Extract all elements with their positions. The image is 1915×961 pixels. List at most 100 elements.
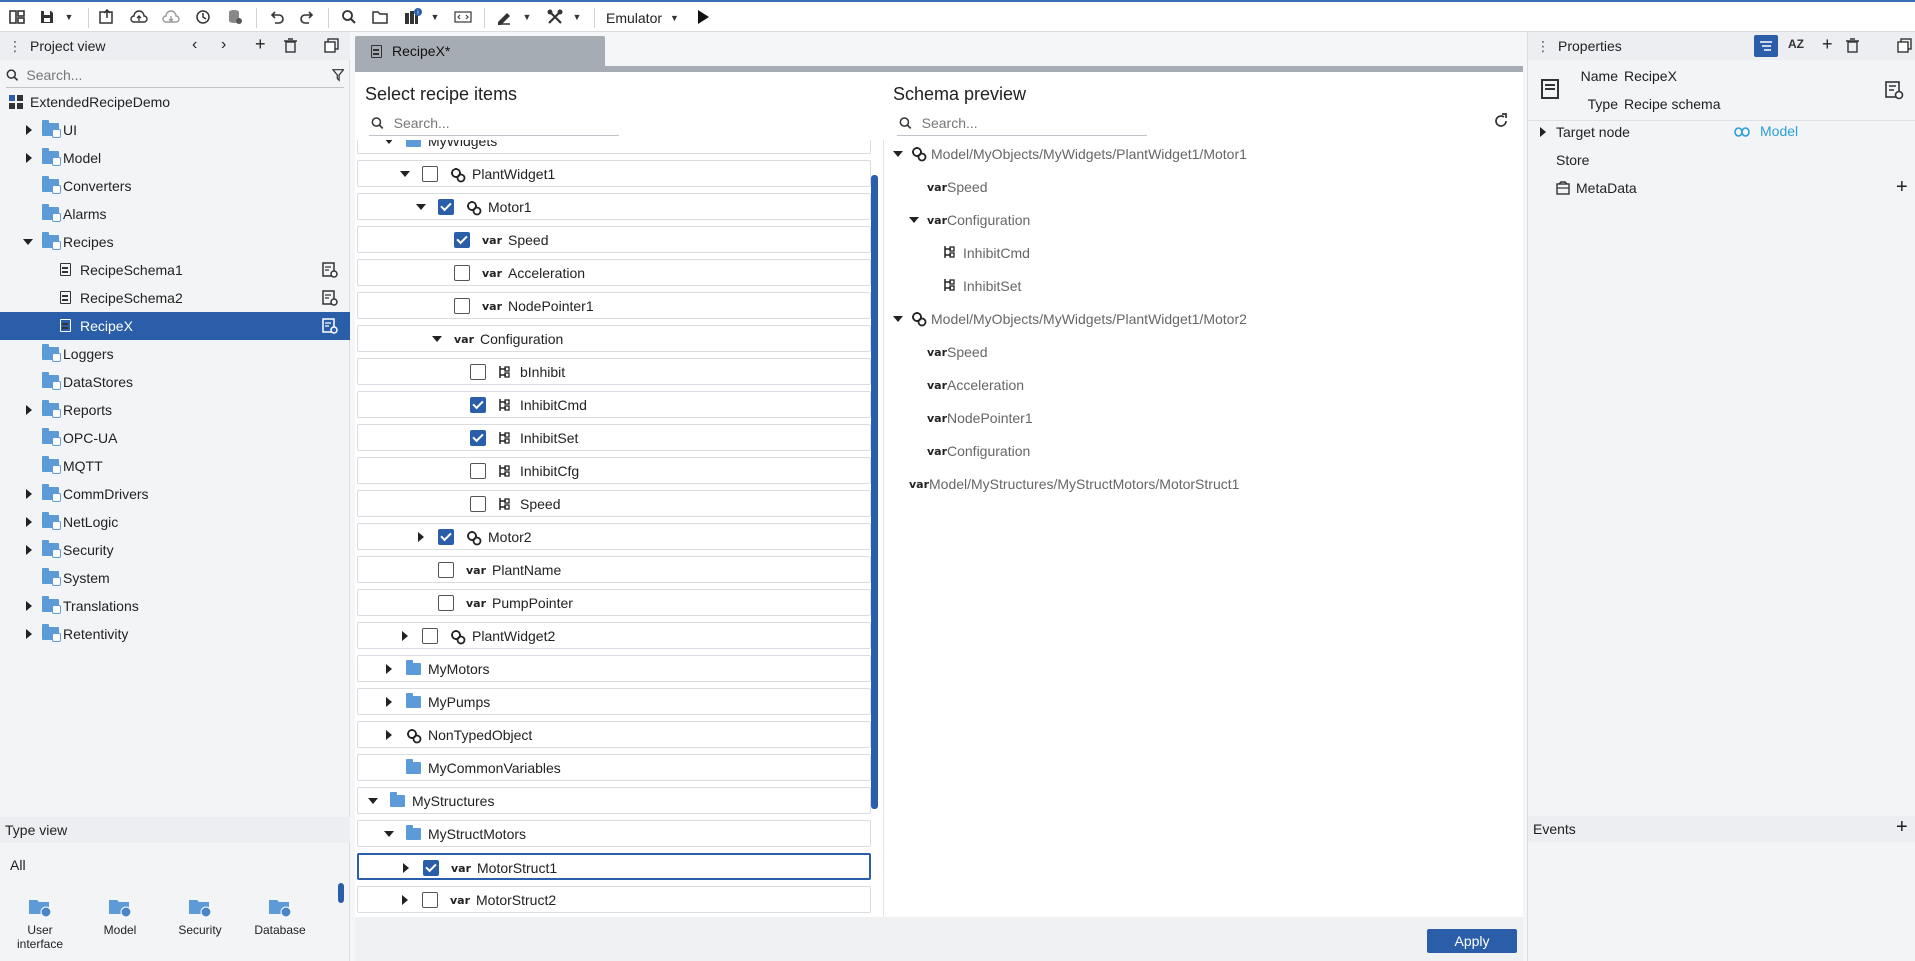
recipe-item-row[interactable]: var Speed (357, 226, 871, 253)
recipe-item-row[interactable]: InhibitSet (357, 424, 871, 451)
recipe-item-row[interactable]: var MotorStruct2 (357, 886, 871, 913)
expand-triangle-icon[interactable] (386, 664, 392, 674)
expand-triangle-icon[interactable] (26, 153, 32, 163)
recipe-settings-icon[interactable] (1884, 80, 1904, 103)
recipe-item-checkbox[interactable] (438, 595, 454, 611)
schema-preview-row[interactable]: var Speed (885, 173, 1515, 200)
collapse-triangle-icon[interactable] (400, 171, 410, 177)
schema-preview-row[interactable]: var Acceleration (885, 371, 1515, 398)
collapse-triangle-icon[interactable] (384, 831, 394, 837)
recipe-items-scrollbar[interactable] (871, 175, 878, 809)
duplicate-icon[interactable] (324, 38, 339, 56)
collapse-triangle-icon[interactable] (23, 239, 33, 245)
database-sync-icon[interactable] (224, 6, 246, 28)
recipe-item-checkbox[interactable] (423, 860, 439, 876)
metadata-row[interactable]: MetaData + (1528, 174, 1915, 202)
recipe-item-row[interactable]: MyMotors (357, 655, 871, 682)
recipe-item-row[interactable]: Speed (357, 490, 871, 517)
recipe-item-checkbox[interactable] (454, 232, 470, 248)
project-tree-item[interactable]: Loggers (0, 340, 350, 368)
recipe-edit-icon[interactable] (322, 318, 338, 337)
type-view-item[interactable]: Security (165, 895, 235, 937)
layout-icon[interactable] (6, 6, 28, 28)
delete-trash-icon[interactable] (1846, 38, 1859, 56)
schema-preview-row[interactable]: var Configuration (885, 437, 1515, 464)
recipe-item-row[interactable]: MyCommonVariables (357, 754, 871, 781)
save-icon[interactable] (36, 6, 58, 28)
type-view-filter[interactable]: All (10, 857, 26, 873)
recipe-item-checkbox[interactable] (438, 529, 454, 545)
name-value[interactable]: RecipeX (1624, 66, 1677, 86)
recipe-item-row[interactable]: InhibitCmd (357, 391, 871, 418)
schema-preview-row[interactable]: Model/MyObjects/MyWidgets/PlantWidget1/M… (885, 140, 1515, 167)
project-tree-item[interactable]: OPC-UA (0, 424, 350, 452)
collapse-triangle-icon[interactable] (416, 204, 426, 210)
recipe-item-row[interactable]: var Acceleration (357, 259, 871, 286)
project-tree-item[interactable]: System (0, 564, 350, 592)
recipe-item-row[interactable]: PlantWidget1 (357, 160, 871, 187)
forward-chevron-right-icon[interactable]: › (221, 36, 226, 54)
pen-icon[interactable] (494, 6, 516, 28)
collapse-triangle-icon[interactable] (893, 151, 903, 157)
expand-triangle-icon[interactable] (26, 517, 32, 527)
target-node-row[interactable]: Target node Model (1528, 118, 1915, 146)
type-view-scrollbar[interactable] (338, 883, 344, 903)
recipe-item-row[interactable]: MyPumps (357, 688, 871, 715)
project-tree-item[interactable]: MQTT (0, 452, 350, 480)
project-tree-item[interactable]: Security (0, 536, 350, 564)
recipe-item-checkbox[interactable] (438, 562, 454, 578)
recipe-item-checkbox[interactable] (438, 199, 454, 215)
expand-triangle-icon[interactable] (402, 895, 408, 905)
recipe-item-row[interactable]: var NodePointer1 (357, 292, 871, 319)
sort-category-icon[interactable] (1754, 35, 1778, 57)
recipe-item-row[interactable]: InhibitCfg (357, 457, 871, 484)
expand-triangle-icon[interactable] (26, 601, 32, 611)
collapse-triangle-icon[interactable] (384, 140, 394, 144)
expand-triangle-icon[interactable] (26, 125, 32, 135)
cloud-upload-icon[interactable] (128, 6, 150, 28)
apply-button[interactable]: Apply (1427, 929, 1517, 953)
pen-dropdown-chevron-down-icon[interactable]: ▼ (516, 6, 538, 28)
recipe-item-checkbox[interactable] (470, 364, 486, 380)
deploy-icon[interactable] (96, 6, 118, 28)
save-dropdown-chevron-down-icon[interactable]: ▼ (58, 6, 80, 28)
project-tree-item[interactable]: Recipes (0, 228, 350, 256)
back-chevron-left-icon[interactable]: ‹ (192, 36, 197, 54)
collapse-triangle-icon[interactable] (909, 217, 919, 223)
recipe-item-checkbox[interactable] (470, 397, 486, 413)
recipe-item-row[interactable]: MyWidgets (357, 140, 871, 154)
recipe-item-checkbox[interactable] (454, 265, 470, 281)
tools-dropdown-chevron-down-icon[interactable]: ▼ (566, 6, 588, 28)
collapse-triangle-icon[interactable] (893, 316, 903, 322)
recipe-item-row[interactable]: var MotorStruct1 (357, 853, 871, 880)
recipe-item-row[interactable]: var PlantName (357, 556, 871, 583)
expand-triangle-icon[interactable] (386, 730, 392, 740)
recipe-item-checkbox[interactable] (454, 298, 470, 314)
project-tree-item[interactable]: DataStores (0, 368, 350, 396)
expand-triangle-icon[interactable] (26, 489, 32, 499)
recipe-item-row[interactable]: Motor1 (357, 193, 871, 220)
redo-icon[interactable] (296, 6, 318, 28)
project-tree-item[interactable]: UI (0, 116, 350, 144)
schema-preview-row[interactable]: var Speed (885, 338, 1515, 365)
build-dropdown-chevron-down-icon[interactable]: ▼ (424, 6, 446, 28)
recipe-item-row[interactable]: MyStructMotors (357, 820, 871, 847)
project-search-input[interactable] (26, 66, 326, 83)
collapse-triangle-icon[interactable] (368, 798, 378, 804)
target-node-value-link[interactable]: Model (1760, 123, 1798, 139)
recipe-item-row[interactable]: var PumpPointer (357, 589, 871, 616)
code-icon[interactable] (452, 6, 474, 28)
schema-preview-row[interactable]: var NodePointer1 (885, 404, 1515, 431)
schema-preview-row[interactable]: var Model/MyStructures/MyStructMotors/Mot… (885, 470, 1515, 497)
recipe-item-checkbox[interactable] (470, 496, 486, 512)
project-tree-item[interactable]: RecipeX (0, 312, 350, 340)
project-tree-item[interactable]: Translations (0, 592, 350, 620)
project-tree-item[interactable]: CommDrivers (0, 480, 350, 508)
emulator-dropdown[interactable]: Emulator ▼ (606, 8, 679, 28)
recipe-item-row[interactable]: Motor2 (357, 523, 871, 550)
schema-preview-row[interactable]: var Configuration (885, 206, 1515, 233)
search-icon[interactable] (338, 6, 360, 28)
schema-preview-row[interactable]: Model/MyObjects/MyWidgets/PlantWidget1/M… (885, 305, 1515, 332)
recipe-item-row[interactable]: NonTypedObject (357, 721, 871, 748)
run-play-icon[interactable] (692, 6, 714, 28)
